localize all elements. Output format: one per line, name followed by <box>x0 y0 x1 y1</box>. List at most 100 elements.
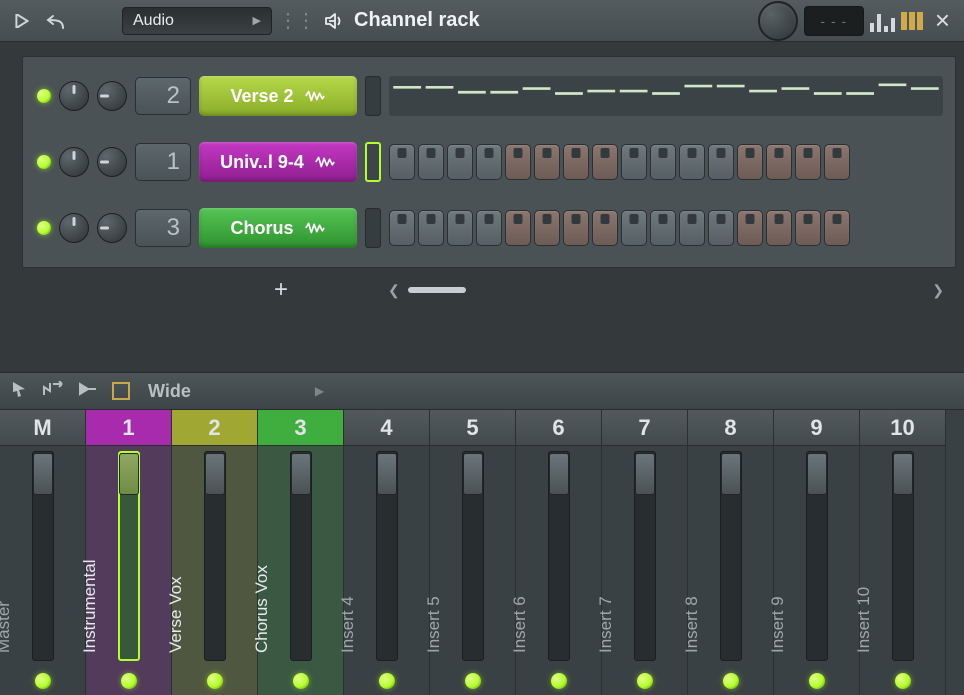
mixer-enable-led[interactable] <box>207 673 223 689</box>
mixer-track[interactable]: 10Insert 10 <box>860 410 946 695</box>
mixer-fader-cap[interactable] <box>893 453 913 495</box>
step-button[interactable] <box>621 210 647 246</box>
view-select-icon[interactable] <box>112 382 130 400</box>
mixer-track[interactable]: 5Insert 5 <box>430 410 516 695</box>
scroll-thumb[interactable] <box>408 287 466 293</box>
mixer-fader-cap[interactable] <box>119 453 139 495</box>
scroll-left-icon[interactable]: ❮ <box>388 282 400 299</box>
channel-activity-meter[interactable] <box>365 142 381 182</box>
step-button[interactable] <box>592 144 618 180</box>
channel-enable-led[interactable] <box>37 89 51 103</box>
step-button[interactable] <box>592 210 618 246</box>
step-button[interactable] <box>824 144 850 180</box>
mixer-fader-cap[interactable] <box>549 453 569 495</box>
mixer-track[interactable]: 3Chorus Vox <box>258 410 344 695</box>
step-button[interactable] <box>679 144 705 180</box>
mixer-track-number[interactable]: 5 <box>430 410 515 446</box>
mixer-fader-cap[interactable] <box>635 453 655 495</box>
mixer-fader-cap[interactable] <box>463 453 483 495</box>
mixer-enable-led[interactable] <box>895 673 911 689</box>
mixer-fader-cap[interactable] <box>721 453 741 495</box>
mixer-track-number[interactable]: 9 <box>774 410 859 446</box>
step-button[interactable] <box>563 144 589 180</box>
channel-enable-led[interactable] <box>37 155 51 169</box>
step-button[interactable] <box>447 144 473 180</box>
step-button[interactable] <box>389 144 415 180</box>
mixer-route-slot[interactable]: 3 <box>135 209 191 247</box>
mixer-track[interactable]: 8Insert 8 <box>688 410 774 695</box>
mixer-track[interactable]: MMaster <box>0 410 86 695</box>
step-button[interactable] <box>824 210 850 246</box>
step-button[interactable] <box>621 144 647 180</box>
channel-group-combo[interactable]: Audio ▶ <box>122 7 272 35</box>
channel-name-button[interactable]: Verse 2 <box>199 76 357 116</box>
mixer-track-number[interactable]: 3 <box>258 410 343 446</box>
step-button[interactable] <box>737 210 763 246</box>
mixer-enable-led[interactable] <box>35 673 51 689</box>
channel-options-icon[interactable] <box>901 12 923 30</box>
mixer-track[interactable]: 2Verse Vox <box>172 410 258 695</box>
channel-name-button[interactable]: Chorus <box>199 208 357 248</box>
automation-lane[interactable] <box>389 76 943 116</box>
step-button[interactable] <box>418 210 444 246</box>
mixer-enable-led[interactable] <box>551 673 567 689</box>
channel-activity-meter[interactable] <box>365 76 381 116</box>
drag-handle-icon[interactable]: ⋮⋮ <box>278 8 314 33</box>
step-button[interactable] <box>534 144 560 180</box>
step-button[interactable] <box>534 210 560 246</box>
channel-pan-knob[interactable] <box>59 147 89 177</box>
mixer-track-number[interactable]: 8 <box>688 410 773 446</box>
step-button[interactable] <box>737 144 763 180</box>
scroll-right-icon[interactable]: ❯ <box>932 282 944 299</box>
mixer-track-number[interactable]: 10 <box>860 410 945 446</box>
mixer-track-number[interactable]: 2 <box>172 410 257 446</box>
step-button[interactable] <box>563 210 589 246</box>
channel-enable-led[interactable] <box>37 221 51 235</box>
channel-pan-knob[interactable] <box>59 81 89 111</box>
speaker-icon[interactable] <box>320 7 348 35</box>
add-channel-button[interactable]: + <box>274 276 288 304</box>
step-button[interactable] <box>766 210 792 246</box>
channel-vol-knob[interactable] <box>97 213 127 243</box>
mixer-view-label[interactable]: Wide <box>148 381 191 402</box>
channel-vol-knob[interactable] <box>97 81 127 111</box>
mixer-fader-cap[interactable] <box>807 453 827 495</box>
step-button[interactable] <box>505 210 531 246</box>
mixer-route-slot[interactable]: 1 <box>135 143 191 181</box>
channel-activity-meter[interactable] <box>365 208 381 248</box>
mixer-enable-led[interactable] <box>465 673 481 689</box>
channel-vol-knob[interactable] <box>97 147 127 177</box>
mixer-track[interactable]: 4Insert 4 <box>344 410 430 695</box>
mixer-fader-cap[interactable] <box>33 453 53 495</box>
step-button[interactable] <box>505 144 531 180</box>
step-button[interactable] <box>650 210 676 246</box>
mixer-track[interactable]: 9Insert 9 <box>774 410 860 695</box>
pointer-tool-icon[interactable] <box>10 380 28 403</box>
mixer-track[interactable]: 7Insert 7 <box>602 410 688 695</box>
link-icon[interactable] <box>78 382 98 401</box>
step-button[interactable] <box>708 144 734 180</box>
channel-pan-knob[interactable] <box>59 213 89 243</box>
step-button[interactable] <box>795 210 821 246</box>
mixer-fader-cap[interactable] <box>205 453 225 495</box>
graph-editor-icon[interactable] <box>870 10 895 32</box>
step-button[interactable] <box>418 144 444 180</box>
mixer-enable-led[interactable] <box>809 673 825 689</box>
mixer-track[interactable]: 6Insert 6 <box>516 410 602 695</box>
step-button[interactable] <box>766 144 792 180</box>
mixer-enable-led[interactable] <box>293 673 309 689</box>
mixer-enable-led[interactable] <box>121 673 137 689</box>
mixer-enable-led[interactable] <box>723 673 739 689</box>
step-button[interactable] <box>650 144 676 180</box>
step-display[interactable]: - - - <box>804 6 864 36</box>
swing-knob[interactable] <box>758 1 798 41</box>
mixer-route-slot[interactable]: 2 <box>135 77 191 115</box>
step-button[interactable] <box>795 144 821 180</box>
step-button[interactable] <box>708 210 734 246</box>
mixer-fader-cap[interactable] <box>377 453 397 495</box>
mixer-fader-cap[interactable] <box>291 453 311 495</box>
chevron-right-icon[interactable]: ▶ <box>315 384 324 398</box>
mixer-track-number[interactable]: M <box>0 410 85 446</box>
mixer-track-number[interactable]: 4 <box>344 410 429 446</box>
step-button[interactable] <box>447 210 473 246</box>
